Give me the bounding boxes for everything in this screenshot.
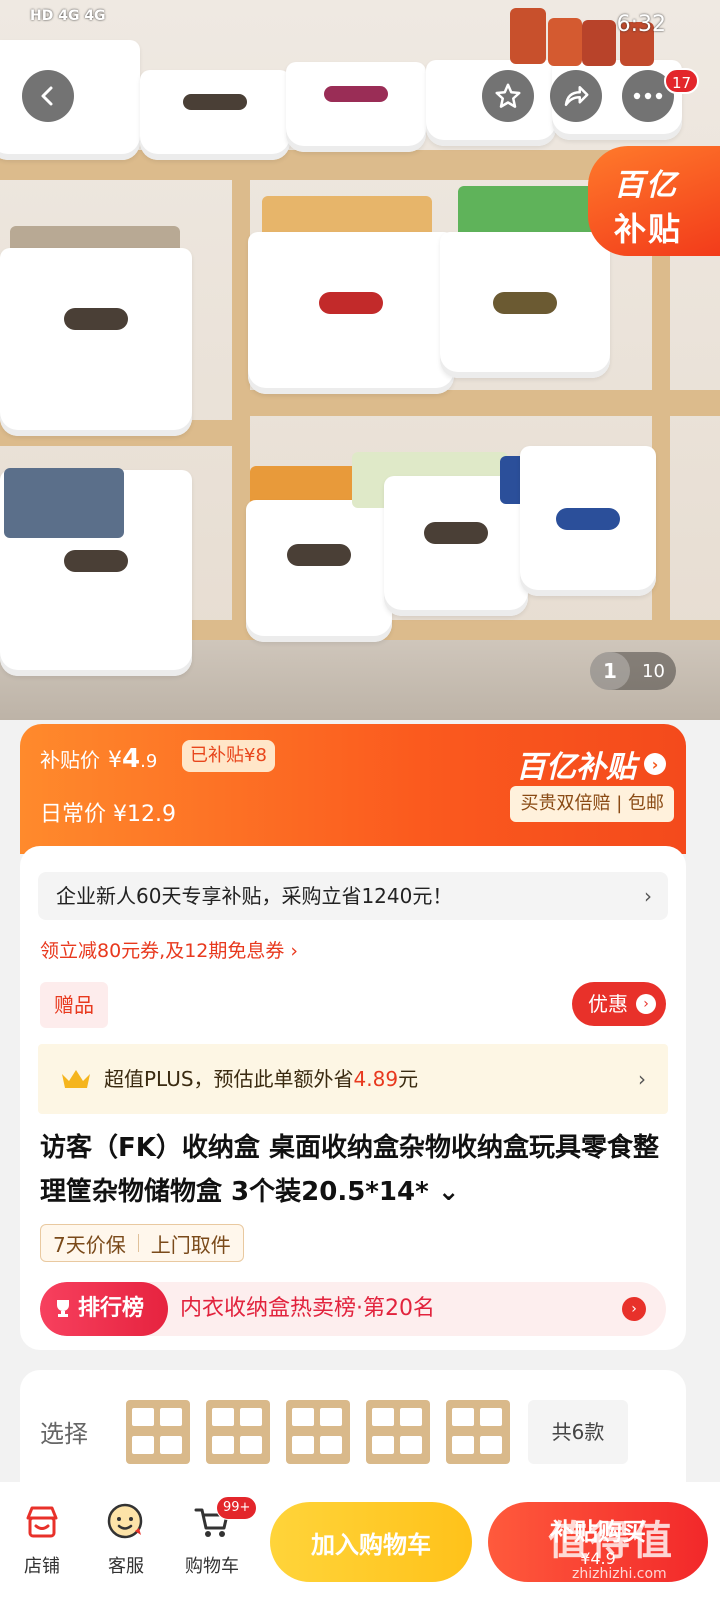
service-nav-button[interactable]: 客服 bbox=[86, 1498, 166, 1578]
shop-nav-button[interactable]: 店铺 bbox=[2, 1498, 82, 1578]
add-to-cart-button[interactable]: 加入购物车 bbox=[270, 1502, 472, 1582]
status-signal: HD 4G 4G bbox=[30, 8, 106, 24]
subsidized-amount-chip: 已补贴¥8 bbox=[182, 740, 275, 772]
back-button[interactable] bbox=[22, 70, 74, 122]
storage-box bbox=[286, 62, 426, 152]
new-user-promo-text: 企业新人60天专享补贴，采购立省1240元！ bbox=[56, 884, 453, 908]
product-title[interactable]: 访客（FK）收纳盒 桌面收纳盒杂物收纳盒玩具零食整理筐杂物储物盒 3个装20.5… bbox=[40, 1126, 660, 1214]
service-icon bbox=[86, 1498, 166, 1546]
share-button[interactable] bbox=[550, 70, 602, 122]
more-icon bbox=[633, 92, 663, 100]
status-bar: HD 4G 4G 6:32 bbox=[0, 0, 720, 48]
image-total: 10 bbox=[642, 660, 665, 682]
guarantee-badge: 买贵双倍赔 | 包邮 bbox=[510, 786, 674, 822]
ranking-text: 内衣收纳盒热卖榜·第20名 bbox=[180, 1296, 435, 1321]
chevron-right-icon: › bbox=[644, 884, 652, 908]
pickup-tag: 上门取件 bbox=[150, 1232, 231, 1257]
storage-box bbox=[520, 446, 656, 596]
subsidy-corner-line2: 补贴 bbox=[614, 210, 683, 248]
discount-button-label: 优惠 bbox=[588, 992, 628, 1016]
site-watermark-url: zhizhizhi.com bbox=[572, 1566, 667, 1582]
ranking-label: 排行榜 bbox=[40, 1282, 168, 1336]
product-page: HD 4G 4G 6:32 17 百亿 补贴 1 10 补贴价 ¥ 4 .9 已… bbox=[0, 0, 720, 1600]
new-user-promo-banner[interactable]: 企业新人60天专享补贴，采购立省1240元！ › bbox=[38, 872, 668, 920]
daily-price-value: ¥12.9 bbox=[113, 802, 176, 827]
share-icon bbox=[564, 86, 589, 106]
variant-thumbnail[interactable] bbox=[126, 1400, 190, 1464]
daily-price-label: 日常价 bbox=[40, 802, 107, 827]
chevron-right-icon: › bbox=[622, 1297, 646, 1321]
subsidy-price: 补贴价 ¥ 4 .9 bbox=[40, 744, 157, 774]
storage-box bbox=[440, 232, 610, 378]
subsidy-price-label: 补贴价 bbox=[40, 748, 100, 772]
back-icon bbox=[41, 86, 53, 106]
variant-thumbnail[interactable] bbox=[286, 1400, 350, 1464]
ranking-banner[interactable]: 排行榜 内衣收纳盒热卖榜·第20名 › bbox=[40, 1282, 666, 1336]
cart-label: 购物车 bbox=[185, 1556, 239, 1577]
variant-total[interactable]: 共6款 bbox=[528, 1400, 628, 1464]
price-integer: 4 bbox=[122, 744, 141, 774]
message-count-badge: 17 bbox=[664, 68, 700, 94]
shop-icon bbox=[2, 1498, 82, 1546]
plus-prefix: 超值PLUS，预估此单额外省 bbox=[104, 1067, 354, 1091]
chevron-right-icon: › bbox=[638, 1067, 646, 1091]
service-label: 客服 bbox=[108, 1556, 144, 1577]
image-counter: 1 10 bbox=[590, 652, 676, 690]
gift-tag[interactable]: 赠品 bbox=[40, 982, 108, 1028]
coupon-link[interactable]: 领立减80元券,及12期免息券 › bbox=[40, 936, 298, 963]
storage-box bbox=[246, 500, 392, 642]
discount-button[interactable]: 优惠 › bbox=[572, 982, 666, 1026]
variant-thumbnail[interactable] bbox=[446, 1400, 510, 1464]
storage-box bbox=[140, 70, 290, 160]
variant-thumbnail[interactable] bbox=[206, 1400, 270, 1464]
favorite-button[interactable] bbox=[482, 70, 534, 122]
variant-label: 选择 bbox=[40, 1420, 88, 1448]
cart-count-badge: 99+ bbox=[216, 1496, 258, 1520]
price-protect-tag: 7天价保 bbox=[53, 1232, 126, 1257]
shop-label: 店铺 bbox=[24, 1556, 60, 1577]
ranking-label-text: 排行榜 bbox=[78, 1296, 145, 1321]
plus-savings-banner[interactable]: 超值PLUS，预估此单额外省4.89元 › bbox=[38, 1044, 668, 1114]
product-image[interactable]: HD 4G 4G 6:32 17 百亿 补贴 1 10 bbox=[0, 0, 720, 720]
price-card: 补贴价 ¥ 4 .9 已补贴¥8 日常价 ¥12.9 百亿补贴 › 买贵双倍赔 … bbox=[20, 724, 686, 854]
storage-box bbox=[248, 232, 454, 394]
price-decimal: .9 bbox=[140, 751, 158, 772]
site-watermark: 值得值 bbox=[548, 1518, 674, 1564]
jeans bbox=[4, 468, 124, 538]
image-index: 1 bbox=[590, 652, 630, 690]
variant-selector[interactable]: 选择 共6款 bbox=[20, 1370, 686, 1490]
subsidy-corner-line1: 百亿 bbox=[614, 168, 678, 203]
chevron-right-icon: › bbox=[636, 994, 656, 1014]
currency-symbol: ¥ bbox=[108, 748, 122, 773]
cart-nav-button[interactable]: 购物车 99+ bbox=[172, 1496, 258, 1578]
plus-amount: 4.89 bbox=[353, 1067, 399, 1091]
trophy-icon bbox=[57, 1300, 69, 1317]
status-time: 6:32 bbox=[616, 12, 666, 37]
subsidy-brand-link[interactable]: 百亿补贴 › bbox=[516, 742, 666, 786]
crown-icon bbox=[62, 1070, 90, 1088]
subsidy-brand-label: 百亿补贴 bbox=[516, 750, 636, 785]
plus-suffix: 元 bbox=[398, 1067, 419, 1091]
service-tags[interactable]: 7天价保 上门取件 bbox=[40, 1224, 244, 1262]
variant-thumbnail[interactable] bbox=[366, 1400, 430, 1464]
daily-price: 日常价 ¥12.9 bbox=[40, 796, 176, 828]
storage-box bbox=[0, 248, 192, 436]
chevron-right-icon: › bbox=[644, 753, 666, 775]
subsidy-corner-badge[interactable]: 百亿 补贴 bbox=[588, 146, 720, 256]
star-icon bbox=[495, 83, 521, 108]
product-details-card: 企业新人60天专享补贴，采购立省1240元！ › 领立减80元券,及12期免息券… bbox=[20, 846, 686, 1350]
